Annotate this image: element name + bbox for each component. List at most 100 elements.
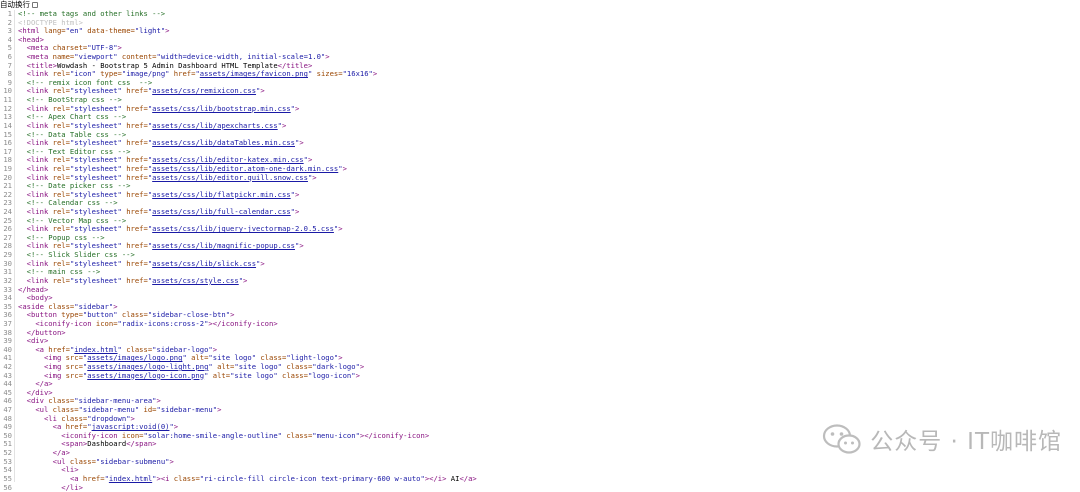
source-line: 53 <ul class="sidebar-submenu"> [0, 456, 1080, 467]
html-tag: > [243, 275, 248, 285]
attribute-value: "solar:home-smile-angle-outline" [143, 430, 282, 440]
source-line: 45 </div> [0, 388, 1080, 398]
text-content: Dashboard [87, 439, 127, 449]
attribute-value: "menu-icon" [312, 430, 360, 440]
source-line: 34 <body> [0, 293, 1080, 303]
source-link[interactable]: assets/css/lib/jquery-jvectormap-2.0.5.c… [152, 224, 334, 233]
attribute-value: "sidebar-submenu" [95, 456, 170, 466]
attribute-value: "radix-icons:cross-2" [117, 318, 209, 328]
html-attribute: href= [121, 189, 148, 199]
html-tag: > [282, 120, 287, 130]
source-link[interactable]: assets/css/lib/full-calendar.css [152, 207, 290, 216]
html-tag: > [217, 405, 222, 415]
html-attribute: sizes= [312, 69, 343, 79]
html-attribute: class= [277, 370, 308, 380]
source-link[interactable]: assets/css/lib/editor.quill.snow.css [152, 173, 308, 182]
html-tag: > [312, 172, 317, 182]
source-link[interactable]: assets/css/lib/magnific-popup.css [152, 241, 295, 251]
source-line: 56 </li> [0, 482, 1080, 492]
html-tag: > [342, 163, 347, 173]
html-tag: > [299, 138, 304, 148]
source-code-view: 1 <!-- meta tags and other links --> 2 <!DO… [0, 9, 1080, 492]
html-attribute: icon= [91, 318, 118, 328]
wechat-icon [823, 424, 861, 454]
source-line: 10 <link rel="stylesheet" href="assets/c… [0, 87, 1080, 96]
source-line: 26 <link rel="stylesheet" href="assets/c… [0, 224, 1080, 234]
html-tag: > [294, 207, 300, 217]
source-line: 22 <link rel="stylesheet" href="assets/c… [0, 189, 1080, 200]
source-line: 30 <link rel="stylesheet" href="assets/c… [0, 258, 1080, 269]
source-link[interactable]: assets/css/remixicon.css [152, 86, 256, 96]
source-line: 37 <iconify-icon icon="radix-icons:cross… [0, 318, 1080, 329]
html-tag: > [294, 103, 300, 113]
html-tag: > [355, 370, 360, 380]
html-tag: ></iconify-icon> [359, 430, 430, 440]
attribute-value: "stylesheet" [69, 275, 122, 285]
view-source-toolbar: 自动换行 [0, 0, 1080, 9]
source-line: 1 <!-- meta tags and other links --> [0, 9, 1080, 19]
html-attribute: href= [121, 258, 148, 268]
html-tag: > [169, 456, 174, 466]
source-line: 24 <link rel="stylesheet" href="assets/c… [0, 207, 1080, 217]
html-tag: > [372, 69, 378, 79]
html-attribute: rel= [48, 275, 70, 285]
watermark: 公众号 · IT咖啡馆 [822, 422, 1062, 456]
html-tag: > [294, 189, 300, 199]
html-attribute: data-theme= [82, 26, 135, 36]
source-line: 32 <link rel="stylesheet" href="assets/c… [0, 275, 1080, 286]
attribute-value: "light" [134, 26, 166, 36]
html-tag: > [165, 26, 170, 36]
html-tag: </li> [61, 482, 83, 492]
source-line: 8 <link rel="icon" type="image/png" href… [0, 69, 1080, 79]
source-link[interactable]: assets/images/logo-icon.png [87, 371, 204, 380]
html-tag: > [260, 86, 265, 96]
source-line: 3 <html lang="en" data-theme="light"> [0, 26, 1080, 36]
source-line: 38 </button> [0, 328, 1080, 338]
html-attribute: href= [121, 224, 148, 234]
html-tag: > [359, 361, 365, 371]
watermark-text: 公众号 · IT咖啡馆 [870, 429, 1062, 455]
line-wrap-checkbox[interactable] [32, 1, 38, 8]
source-line: 44 </a> [0, 379, 1080, 389]
source-line: 14 <link rel="stylesheet" href="assets/c… [0, 120, 1080, 131]
attribute-value: "16x16" [342, 69, 373, 79]
html-attribute: src= [61, 370, 83, 380]
html-tag: </span> [126, 439, 157, 449]
text-content [18, 483, 61, 492]
html-attribute: alt= [208, 370, 231, 380]
source-link[interactable]: assets/css/lib/apexcharts.css [152, 121, 278, 130]
source-line: 33 </head> [0, 285, 1080, 295]
html-attribute: href= [121, 86, 148, 96]
html-tag: > [325, 52, 330, 62]
attribute-value: "en" [65, 26, 83, 36]
attribute-value: "sidebar-menu" [156, 405, 218, 415]
html-tag: > [338, 224, 343, 234]
html-attribute: class= [282, 430, 313, 440]
source-line: 43 <img src="assets/images/logo-icon.png… [0, 370, 1080, 381]
source-link[interactable]: assets/css/lib/dataTables.min.css [152, 138, 295, 147]
line-number: 55 [3, 473, 12, 483]
source-link[interactable]: assets/images/favicon.png [200, 69, 308, 78]
source-line: 4 <head> [0, 35, 1080, 45]
source-line: 12 <link rel="stylesheet" href="assets/c… [0, 103, 1080, 114]
source-link[interactable]: assets/css/lib/slick.css [152, 259, 256, 268]
source-line: 55 <a href="index.html"><i class="ri-cir… [0, 473, 1080, 484]
attribute-value: "site logo" [230, 370, 278, 380]
source-link[interactable]: assets/css/lib/bootstrap.min.css [152, 104, 290, 113]
line-code: </li> [13, 482, 83, 492]
html-attribute: id= [139, 405, 157, 415]
line-wrap-toggle[interactable]: 自动换行 [0, 0, 38, 9]
line-number: 56 [3, 482, 12, 492]
source-line: 47 <ul class="sidebar-menu" id="sidebar-… [0, 405, 1080, 415]
html-attribute: href= [169, 69, 196, 79]
html-tag: ></iconify-icon> [208, 318, 278, 328]
source-link[interactable]: assets/css/lib/flatpickr.min.css [152, 190, 290, 199]
attribute-value: "logo-icon" [307, 370, 356, 380]
source-line: 20 <link rel="stylesheet" href="assets/c… [0, 172, 1080, 183]
html-tag: > [260, 258, 265, 268]
line-code: <img src="assets/images/logo-icon.png" a… [13, 370, 360, 381]
source-link[interactable]: assets/css/style.css [152, 276, 239, 285]
html-tag: > [299, 241, 304, 251]
source-line: 28 <link rel="stylesheet" href="assets/c… [0, 242, 1080, 251]
source-line: 16 <link rel="stylesheet" href="assets/c… [0, 138, 1080, 148]
